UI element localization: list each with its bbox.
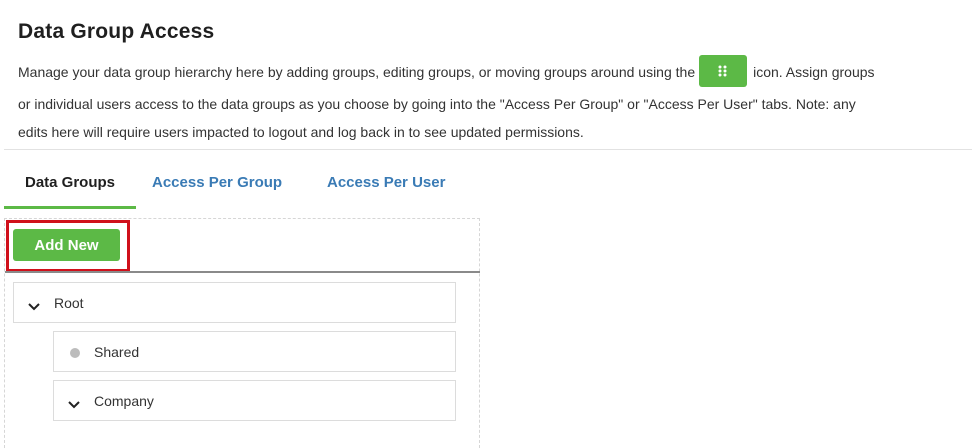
tab-data-groups[interactable]: Data Groups [4, 166, 136, 209]
tree-item-label: Root [54, 295, 84, 311]
dot-icon [70, 348, 80, 358]
header-divider [4, 149, 972, 150]
tree-item-label: Company [94, 393, 154, 409]
tree-item-shared[interactable]: Shared [53, 331, 456, 372]
tree-item-label: Shared [94, 344, 140, 360]
chevron-down-icon[interactable] [68, 396, 80, 412]
tab-access-per-user[interactable]: Access Per User [327, 166, 445, 206]
tree-item-root[interactable]: Root [13, 282, 456, 323]
grip-dots-icon [718, 65, 727, 77]
description-line-1: Manage your data group hierarchy here by… [18, 55, 972, 88]
tree-item-company[interactable]: Company [53, 380, 456, 421]
chevron-down-icon[interactable] [28, 298, 40, 314]
page-description: Manage your data group hierarchy here by… [18, 55, 972, 144]
add-new-button[interactable]: Add New [13, 229, 120, 261]
data-groups-panel: Add New Root Shared Company [4, 218, 480, 448]
tab-access-per-group[interactable]: Access Per Group [152, 166, 282, 206]
description-line-3: edits here will require users impacted t… [18, 124, 584, 140]
page-title: Data Group Access [18, 20, 215, 43]
description-text-part2: icon. Assign groups [753, 64, 875, 80]
description-text-part1: Manage your data group hierarchy here by… [18, 64, 696, 80]
drag-handle-sample [699, 55, 748, 88]
description-line-2: or individual users access to the data g… [18, 96, 856, 112]
toolbar-divider [5, 271, 480, 273]
